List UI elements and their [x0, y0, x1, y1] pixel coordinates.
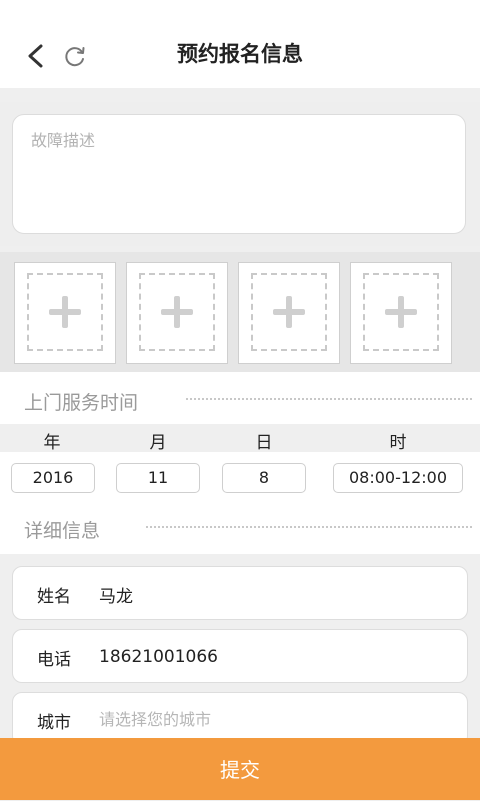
- header-bar: 预约报名信息: [0, 0, 480, 88]
- year-select[interactable]: 2016: [11, 463, 95, 493]
- city-label: 城市: [37, 713, 71, 733]
- photo-upload-slot-1[interactable]: [14, 262, 116, 364]
- phone-input[interactable]: [97, 640, 451, 674]
- year-label: 年: [43, 433, 61, 453]
- divider: [186, 398, 472, 402]
- description-section: [0, 102, 480, 246]
- plus-icon: [385, 296, 417, 328]
- photo-upload-row: [0, 252, 480, 372]
- name-field-card: 姓名: [12, 566, 468, 620]
- service-time-header: 上门服务时间: [0, 372, 480, 424]
- divider: [146, 526, 472, 530]
- day-select[interactable]: 8: [222, 463, 306, 493]
- month-select[interactable]: 11: [116, 463, 200, 493]
- dashed-frame: [139, 273, 215, 351]
- day-label: 日: [255, 433, 273, 453]
- service-time-title: 上门服务时间: [24, 392, 139, 414]
- plus-icon: [273, 296, 305, 328]
- dashed-frame: [251, 273, 327, 351]
- details-header: 详细信息: [0, 504, 480, 554]
- time-slot-select[interactable]: 08:00-12:00: [333, 463, 463, 493]
- plus-icon: [49, 296, 81, 328]
- dashed-frame: [363, 273, 439, 351]
- submit-button[interactable]: 提交: [0, 738, 480, 800]
- date-label-row: 年 月 日 时: [0, 424, 480, 453]
- details-title: 详细信息: [24, 520, 101, 542]
- photo-upload-slot-3[interactable]: [238, 262, 340, 364]
- date-value-row: 2016 11 8 08:00-12:00: [0, 452, 480, 504]
- city-select[interactable]: [97, 703, 451, 737]
- name-input[interactable]: [97, 577, 451, 611]
- name-label: 姓名: [37, 587, 71, 607]
- phone-label: 电话: [37, 650, 71, 670]
- plus-icon: [161, 296, 193, 328]
- time-label: 时: [389, 433, 407, 453]
- description-box: [12, 114, 466, 234]
- phone-field-card: 电话: [12, 629, 468, 683]
- fault-description-input[interactable]: [13, 115, 465, 233]
- dashed-frame: [27, 273, 103, 351]
- month-label: 月: [149, 433, 167, 453]
- photo-upload-slot-2[interactable]: [126, 262, 228, 364]
- photo-upload-slot-4[interactable]: [350, 262, 452, 364]
- page-title: 预约报名信息: [177, 42, 303, 66]
